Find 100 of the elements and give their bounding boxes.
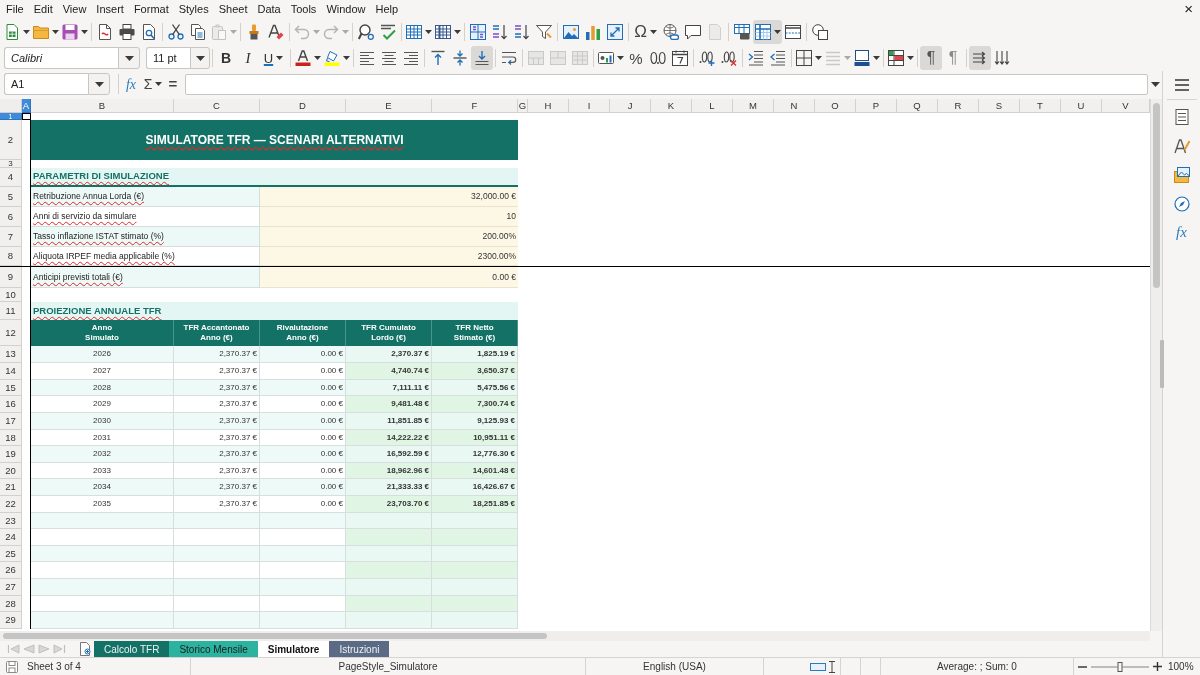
- table-cell[interactable]: 2030: [31, 413, 174, 430]
- italic-button[interactable]: I: [237, 46, 259, 70]
- column-header[interactable]: L: [692, 99, 733, 113]
- column-header[interactable]: M: [733, 99, 774, 113]
- table-cell[interactable]: 12,776.30 €: [432, 446, 518, 463]
- column-header[interactable]: Q: [897, 99, 938, 113]
- column-header[interactable]: N: [774, 99, 815, 113]
- left-to-right-button[interactable]: ¶: [920, 46, 942, 70]
- name-box-field[interactable]: A1: [4, 73, 88, 95]
- table-cell[interactable]: 2,370.37 €: [174, 430, 260, 446]
- table-cell[interactable]: 0.00 €: [260, 479, 346, 496]
- freeze-button[interactable]: [753, 19, 782, 44]
- label-cell[interactable]: Aliquota IRPEF media applicabile (%): [31, 247, 260, 266]
- column-header[interactable]: O: [815, 99, 856, 113]
- menu-item[interactable]: Insert: [91, 0, 129, 18]
- menu-item[interactable]: File: [1, 0, 29, 18]
- table-cell[interactable]: 0.00 €: [260, 463, 346, 479]
- table-cell[interactable]: 11,851.85 €: [346, 413, 432, 430]
- row-header[interactable]: 4: [0, 168, 22, 187]
- table-cell[interactable]: 9,481.48 €: [346, 396, 432, 413]
- bold-button[interactable]: B: [215, 46, 237, 70]
- row-header[interactable]: 9: [0, 267, 22, 288]
- table-cell[interactable]: 2,370.37 €: [174, 363, 260, 380]
- table-cell[interactable]: 9,125.93 €: [432, 413, 518, 430]
- vertical-scrollbar[interactable]: [1150, 99, 1162, 631]
- table-cell[interactable]: 10,951.11 €: [432, 430, 518, 446]
- row-header[interactable]: 14: [0, 363, 22, 380]
- value-cell[interactable]: 2300.00%: [260, 247, 518, 266]
- table-cell[interactable]: 2,370.37 €: [346, 346, 432, 363]
- label-cell[interactable]: Anni di servizio da simulare: [31, 207, 260, 227]
- sheet-tab[interactable]: Simulatore: [257, 641, 330, 657]
- table-cell[interactable]: 1,825.19 €: [432, 346, 518, 363]
- menu-item[interactable]: Styles: [173, 0, 214, 18]
- menu-item[interactable]: Help: [370, 0, 404, 18]
- sheet-tab[interactable]: Calcolo TFR: [94, 641, 170, 657]
- section-heading[interactable]: PARAMETRI DI SIMULAZIONE: [31, 168, 518, 187]
- column-header[interactable]: H: [528, 99, 569, 113]
- table-cell[interactable]: 0.00 €: [260, 363, 346, 380]
- table-cell[interactable]: 18,962.96 €: [346, 463, 432, 479]
- table-cell[interactable]: 2028: [31, 380, 174, 396]
- table-cell[interactable]: 0.00 €: [260, 380, 346, 396]
- table-cell[interactable]: 23,703.70 €: [346, 496, 432, 513]
- table-cell[interactable]: 2,370.37 €: [174, 396, 260, 413]
- table-cell[interactable]: 7,300.74 €: [432, 396, 518, 413]
- column-header[interactable]: V: [1102, 99, 1150, 113]
- table-cell[interactable]: 2032: [31, 446, 174, 463]
- row-header[interactable]: 2: [0, 120, 22, 160]
- menu-item[interactable]: Edit: [28, 0, 58, 18]
- scrollbar-thumb[interactable]: [1153, 103, 1160, 288]
- menu-item[interactable]: Tools: [285, 0, 322, 18]
- column-header[interactable]: U: [1061, 99, 1102, 113]
- row-header[interactable]: 21: [0, 479, 22, 496]
- table-cell[interactable]: 2,370.37 €: [174, 346, 260, 363]
- row-header[interactable]: 11: [0, 302, 22, 320]
- table-cell[interactable]: 2033: [31, 463, 174, 479]
- align-bottom-button[interactable]: [471, 46, 493, 70]
- formula-input-field[interactable]: [185, 73, 1148, 95]
- function-wizard-button[interactable]: fx: [121, 73, 141, 95]
- table-cell[interactable]: 0.00 €: [260, 346, 346, 363]
- column-header[interactable]: I: [569, 99, 610, 113]
- table-cell[interactable]: 5,475.56 €: [432, 380, 518, 396]
- table-cell[interactable]: 0.00 €: [260, 496, 346, 513]
- table-cell[interactable]: 14,222.22 €: [346, 430, 432, 446]
- menu-item[interactable]: Format: [128, 0, 174, 18]
- name-box-dropdown-button[interactable]: [88, 73, 110, 95]
- row-header[interactable]: 6: [0, 207, 22, 227]
- table-cell[interactable]: 2,370.37 €: [174, 496, 260, 513]
- menu-item[interactable]: Sheet: [213, 0, 253, 18]
- row-header[interactable]: 24: [0, 529, 22, 546]
- font-size-dropdown-button[interactable]: [190, 47, 210, 69]
- font-size-field[interactable]: 11 pt: [146, 47, 190, 69]
- formula-button[interactable]: =: [165, 73, 181, 95]
- label-cell[interactable]: Tasso inflazione ISTAT stimato (%): [31, 227, 260, 247]
- table-cell[interactable]: 7,111.11 €: [346, 380, 432, 396]
- row-header[interactable]: 13: [0, 346, 22, 363]
- font-name-field[interactable]: Calibri: [4, 47, 118, 69]
- row-header[interactable]: 19: [0, 446, 22, 463]
- menu-item[interactable]: Data: [252, 0, 286, 18]
- row-header[interactable]: 16: [0, 396, 22, 413]
- row-header[interactable]: 18: [0, 430, 22, 446]
- column-header-cell[interactable]: TFR Netto Stimato (€): [432, 320, 518, 346]
- table-cell[interactable]: 0.00 €: [260, 446, 346, 463]
- row-header[interactable]: 5: [0, 187, 22, 207]
- table-cell[interactable]: 0.00 €: [260, 430, 346, 446]
- section-heading[interactable]: PROIEZIONE ANNUALE TFR: [31, 302, 518, 320]
- table-cell[interactable]: 2035: [31, 496, 174, 513]
- column-header[interactable]: J: [610, 99, 651, 113]
- column-header-cell[interactable]: TFR Cumulato Lordo (€): [346, 320, 432, 346]
- add-sheet-button[interactable]: [78, 641, 92, 657]
- value-cell[interactable]: 32,000.00 €: [260, 187, 518, 207]
- row-header[interactable]: 23: [0, 513, 22, 529]
- menu-item[interactable]: View: [57, 0, 92, 18]
- label-cell[interactable]: Retribuzione Annua Lorda (€): [31, 187, 260, 207]
- row-header[interactable]: 7: [0, 227, 22, 247]
- table-cell[interactable]: 2,370.37 €: [174, 479, 260, 496]
- table-cell[interactable]: 0.00 €: [260, 396, 346, 413]
- table-cell[interactable]: 2029: [31, 396, 174, 413]
- table-cell[interactable]: 4,740.74 €: [346, 363, 432, 380]
- column-header[interactable]: E: [346, 99, 432, 113]
- row-header[interactable]: 28: [0, 596, 22, 612]
